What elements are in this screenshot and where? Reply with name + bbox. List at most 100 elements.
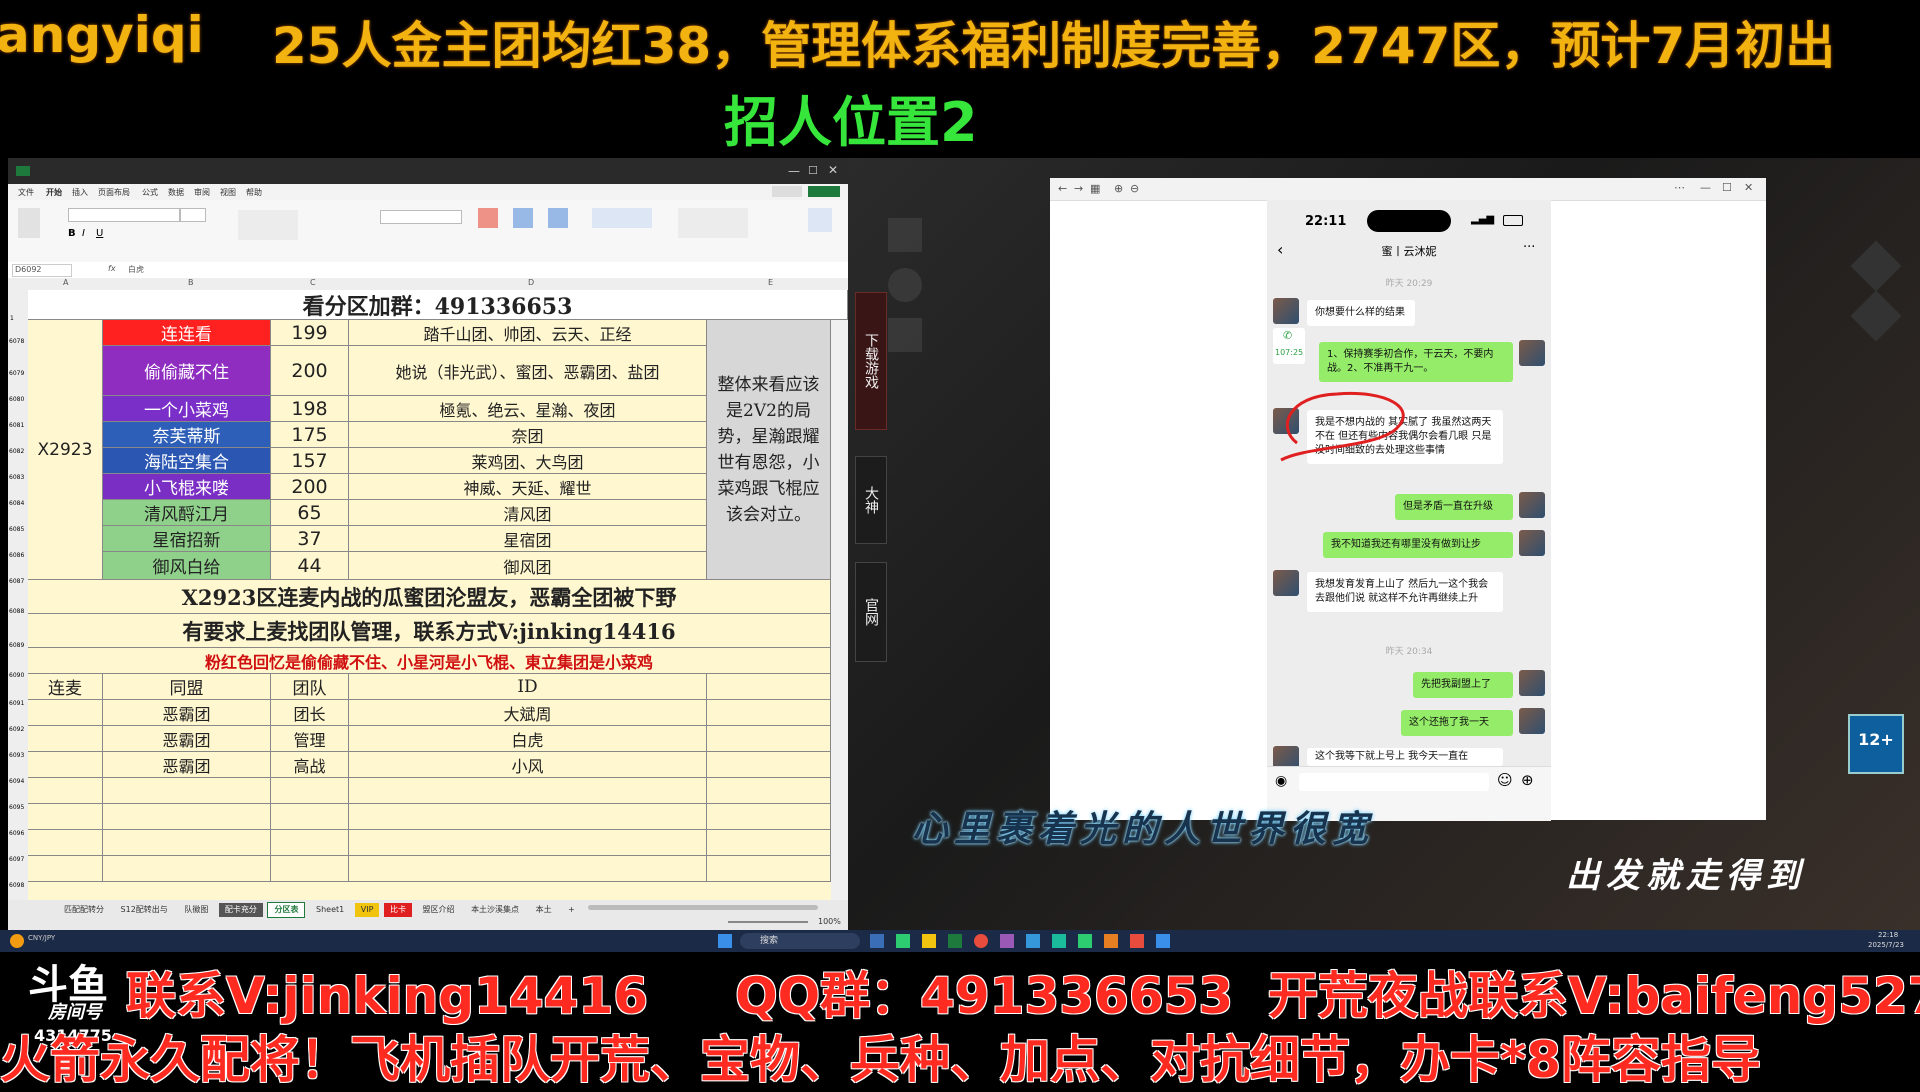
announcement-line-3[interactable]: 粉红色回忆是偷偷藏不住、小星河是小飞棍、東立集团是小菜鸡 [28,648,831,674]
score-cell[interactable]: 44 [271,552,349,580]
empty-cell[interactable] [707,674,831,700]
sheet-tab[interactable]: Sheet1 [310,903,350,917]
game-icon[interactable] [1850,290,1902,342]
minimize-icon[interactable]: — [788,164,800,178]
menu-review[interactable]: 审阅 [194,187,210,198]
score-cell[interactable]: 198 [271,396,349,422]
teams-cell[interactable]: 清风团 [349,500,707,526]
chat-message[interactable]: 但是矛盾一直在升级 [1395,494,1513,520]
sub-cell[interactable] [28,726,103,752]
sub-cell[interactable] [28,700,103,726]
dashen-button[interactable]: 大神 [855,456,887,544]
grid-icon[interactable]: ▦ [1090,182,1100,195]
row-num[interactable]: 6095 [9,804,24,811]
clock-date[interactable]: 2025/7/23 [1868,941,1904,949]
taskbar-app-icon[interactable] [870,934,884,948]
row-num[interactable]: 6078 [9,338,24,345]
row-num[interactable]: 6092 [9,726,24,733]
row-num[interactable]: 6097 [9,856,24,863]
comment-button[interactable] [772,186,802,197]
empty-cell[interactable] [271,804,349,830]
analysis-note-cell[interactable]: 整体来看应该是2V2的局势，星瀚跟耀世有恩怨，小菜鸡跟飞棍应该会对立。 [707,320,831,580]
close-icon[interactable]: ✕ [828,163,838,177]
score-cell[interactable]: 65 [271,500,349,526]
empty-cell[interactable] [349,778,707,804]
avatar[interactable] [1273,298,1299,324]
game-icon[interactable] [888,318,922,352]
sheet-tab[interactable]: VIP [354,903,380,917]
alliance-name-cell[interactable]: 连连看 [103,320,271,346]
maximize-icon[interactable]: ☐ [1722,181,1732,194]
row-num[interactable]: 1 [10,315,14,322]
menu-page-layout[interactable]: 页面布局 [98,187,130,198]
row-num[interactable]: 6081 [9,422,24,429]
analyze-data-icon[interactable] [808,208,832,232]
col-e[interactable]: E [768,278,773,287]
add-sheet-icon[interactable]: + [562,903,581,917]
sheet-tab[interactable]: 本土 [530,903,558,917]
taskbar-app-icon[interactable] [974,934,988,948]
sub-header-cell[interactable]: ID [349,674,707,700]
row-num[interactable]: 6096 [9,830,24,837]
taskbar-app-icon[interactable] [1104,934,1118,948]
sub-header-cell[interactable]: 连麦 [28,674,103,700]
sub-cell[interactable]: 大斌周 [349,700,707,726]
taskbar-app-icon[interactable] [922,934,936,948]
sub-cell[interactable]: 恶霸团 [103,700,271,726]
sheet-tab-active[interactable]: 分区表 [267,902,306,918]
font-size-select[interactable] [180,208,206,222]
row-num[interactable]: 6093 [9,752,24,759]
sheet-tab[interactable]: 匹配配转分 [58,903,110,917]
sheet-tab[interactable]: S12配转出与 [115,903,174,917]
alliance-name-cell[interactable]: 御风白给 [103,552,271,580]
row-num[interactable]: 6094 [9,778,24,785]
chat-message[interactable]: 你想要什么样的结果 [1307,300,1415,326]
menu-help[interactable]: 帮助 [246,187,262,198]
empty-cell[interactable] [28,856,103,882]
empty-cell[interactable] [103,830,271,856]
sub-cell[interactable]: 恶霸团 [103,726,271,752]
avatar[interactable] [1519,492,1545,518]
sheet-tab[interactable]: 盟区介绍 [417,903,461,917]
start-icon[interactable] [718,934,732,948]
minimize-icon[interactable]: — [1700,181,1711,194]
teams-cell[interactable]: 踏千山团、帅团、云天、正经 [349,320,707,346]
empty-cell[interactable] [349,856,707,882]
col-b[interactable]: B [188,278,194,287]
cells-group[interactable] [592,208,652,228]
empty-cell[interactable] [707,778,831,804]
alliance-name-cell[interactable]: 奈芙蒂斯 [103,422,271,448]
cell-styles-icon[interactable] [548,208,568,228]
alliance-name-cell[interactable]: 清风酹江月 [103,500,271,526]
clock-time[interactable]: 22:18 [1878,931,1898,939]
chat-message[interactable]: 先把我副盟上了 [1413,672,1513,698]
alliance-name-cell[interactable]: 小飞棍来喽 [103,474,271,500]
more-icon[interactable]: ··· [1523,240,1535,255]
italic-icon[interactable]: I [82,228,85,239]
sub-header-cell[interactable]: 同盟 [103,674,271,700]
call-record[interactable]: ✆ 107:25 [1273,328,1305,364]
zoom-in-icon[interactable]: ⊕ [1114,182,1123,195]
paste-icon[interactable] [18,208,40,238]
taskbar-app-icon[interactable] [1026,934,1040,948]
alliance-name-cell[interactable]: 海陆空集合 [103,448,271,474]
row-num[interactable]: 6079 [9,370,24,377]
sub-cell[interactable]: 团长 [271,700,349,726]
sheet-tab[interactable]: 配卡充分 [218,903,263,917]
menu-home[interactable]: 开始 [46,187,62,198]
row-num[interactable]: 6098 [9,882,24,889]
menu-insert[interactable]: 插入 [72,187,88,198]
empty-cell[interactable] [707,830,831,856]
chat-input[interactable] [1299,773,1489,791]
teams-cell[interactable]: 星宿团 [349,526,707,552]
district-cell[interactable]: X2923 [28,320,103,580]
empty-cell[interactable] [349,804,707,830]
share-button[interactable] [808,186,840,197]
empty-cell[interactable] [28,830,103,856]
plus-icon[interactable]: ⊕ [1521,771,1534,789]
empty-cell[interactable] [103,804,271,830]
weather-icon[interactable] [10,934,24,948]
row-num[interactable]: 6087 [9,578,24,585]
avatar[interactable] [1273,570,1299,596]
taskbar-app-icon[interactable] [1156,934,1170,948]
